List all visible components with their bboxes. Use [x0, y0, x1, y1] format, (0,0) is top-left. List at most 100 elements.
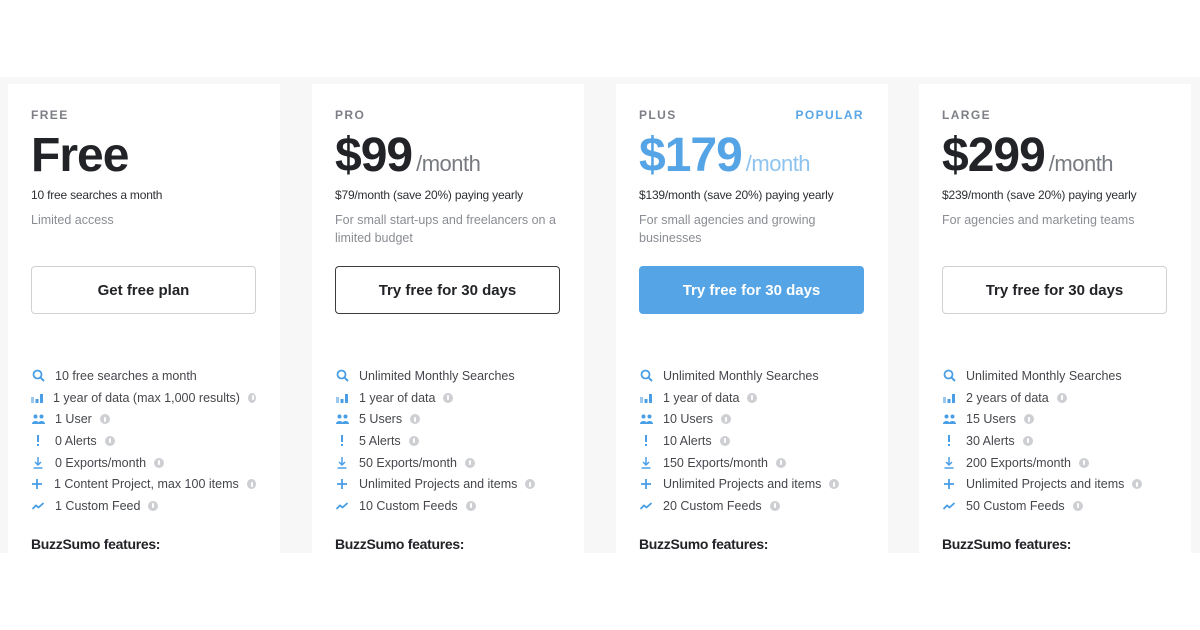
info-icon[interactable] — [104, 435, 115, 446]
plan-tier-label: PLUS — [639, 108, 677, 122]
get-free-plan-button[interactable]: Get free plan — [31, 266, 256, 314]
info-icon[interactable] — [1132, 479, 1143, 490]
info-icon[interactable] — [1022, 435, 1033, 446]
plan-card-pro: PRO $99/month $79/month (save 20%) payin… — [312, 84, 584, 553]
feature-list: Unlimited Monthly Searches 1 year of data… — [639, 365, 864, 517]
exclamation-icon — [639, 434, 653, 448]
info-icon[interactable] — [775, 457, 786, 468]
info-icon[interactable] — [769, 500, 780, 511]
feature-text: 10 Users — [663, 412, 714, 427]
info-icon[interactable] — [1072, 500, 1083, 511]
feature-item: Unlimited Projects and items — [335, 473, 560, 495]
feature-text: 50 Exports/month — [359, 455, 457, 470]
feature-text: 1 User — [55, 412, 92, 427]
info-icon[interactable] — [464, 457, 475, 468]
plan-description: For small start-ups and freelancers on a… — [335, 213, 556, 245]
feature-list: Unlimited Monthly Searches 2 years of dat… — [942, 365, 1167, 517]
plus-icon — [31, 477, 44, 491]
bar-chart-icon — [942, 391, 956, 405]
info-icon[interactable] — [247, 392, 256, 403]
feature-text: 10 Custom Feeds — [359, 498, 458, 513]
feature-text: 5 Alerts — [359, 433, 401, 448]
plan-description: For agencies and marketing teams — [942, 213, 1135, 227]
feature-item: 10 free searches a month — [31, 365, 256, 387]
users-icon — [31, 412, 45, 426]
info-icon[interactable] — [148, 500, 159, 511]
feature-item: 1 Custom Feed — [31, 495, 256, 517]
feature-text: 2 years of data — [966, 390, 1049, 405]
feature-text: 200 Exports/month — [966, 455, 1071, 470]
feature-text: Unlimited Projects and items — [966, 477, 1125, 492]
search-icon — [639, 369, 653, 383]
info-icon[interactable] — [719, 435, 730, 446]
try-free-button-plus[interactable]: Try free for 30 days — [639, 266, 864, 314]
plan-tier-label: FREE — [31, 108, 69, 122]
download-icon — [639, 456, 653, 470]
feature-item: 0 Exports/month — [31, 452, 256, 474]
feature-item: 1 Content Project, max 100 items — [31, 473, 256, 495]
feature-text: 15 Users — [966, 412, 1017, 427]
plan-tier-label: LARGE — [942, 108, 991, 122]
info-icon[interactable] — [410, 414, 421, 425]
plan-yearly-price: $139/month (save 20%) paying yearly — [639, 188, 834, 202]
feature-text: 50 Custom Feeds — [966, 498, 1065, 513]
plan-price-period: /month — [745, 151, 811, 176]
buzzsumo-features-heading: BuzzSumo features: — [335, 536, 465, 552]
info-icon[interactable] — [443, 392, 454, 403]
info-icon[interactable] — [408, 435, 419, 446]
exclamation-icon — [31, 434, 45, 448]
users-icon — [335, 412, 349, 426]
feature-text: 1 year of data (max 1,000 results) — [53, 390, 240, 405]
download-icon — [942, 456, 956, 470]
trend-icon — [31, 499, 45, 513]
info-icon[interactable] — [829, 479, 840, 490]
plan-price-row: $179/month — [639, 128, 811, 183]
feature-text: 10 Alerts — [663, 433, 712, 448]
feature-text: 1 year of data — [663, 390, 740, 405]
feature-text: 150 Exports/month — [663, 455, 768, 470]
info-icon[interactable] — [525, 479, 536, 490]
info-icon[interactable] — [154, 457, 165, 468]
plan-description: For small agencies and growing businesse… — [639, 213, 816, 245]
plus-icon — [639, 477, 653, 491]
exclamation-icon — [335, 434, 349, 448]
search-icon — [335, 369, 349, 383]
plus-icon — [942, 477, 956, 491]
try-free-button-pro[interactable]: Try free for 30 days — [335, 266, 560, 314]
popular-badge: POPULAR — [795, 108, 864, 122]
feature-item: 20 Custom Feeds — [639, 495, 864, 517]
info-icon[interactable] — [747, 392, 758, 403]
info-icon[interactable] — [465, 500, 476, 511]
plan-description: Limited access — [31, 213, 114, 227]
feature-item: Unlimited Monthly Searches — [335, 365, 560, 387]
feature-text: Unlimited Monthly Searches — [663, 368, 819, 383]
feature-item: Unlimited Projects and items — [942, 473, 1167, 495]
info-icon[interactable] — [99, 414, 110, 425]
download-icon — [31, 456, 45, 470]
bar-chart-icon — [639, 391, 653, 405]
try-free-button-large[interactable]: Try free for 30 days — [942, 266, 1167, 314]
plan-price: $99 — [335, 129, 413, 182]
info-icon[interactable] — [246, 479, 256, 490]
feature-item: 50 Custom Feeds — [942, 495, 1167, 517]
feature-text: Unlimited Projects and items — [663, 477, 822, 492]
info-icon[interactable] — [1056, 392, 1067, 403]
search-icon — [31, 369, 45, 383]
info-icon[interactable] — [721, 414, 732, 425]
plan-price-row: $99/month — [335, 128, 481, 183]
trend-icon — [335, 499, 349, 513]
feature-item: 0 Alerts — [31, 430, 256, 452]
feature-item: 15 Users — [942, 408, 1167, 430]
feature-text: 1 Content Project, max 100 items — [53, 477, 239, 492]
trend-icon — [942, 499, 956, 513]
feature-text: 20 Custom Feeds — [663, 498, 762, 513]
plan-price-row: $299/month — [942, 128, 1114, 183]
plan-price-row: Free — [31, 128, 129, 183]
feature-item: 10 Custom Feeds — [335, 495, 560, 517]
info-icon[interactable] — [1078, 457, 1089, 468]
plan-subtitle: 10 free searches a month — [31, 188, 163, 202]
plan-tier-label: PRO — [335, 108, 366, 122]
feature-text: Unlimited Monthly Searches — [359, 368, 515, 383]
plan-price: $299 — [942, 129, 1046, 182]
info-icon[interactable] — [1024, 414, 1035, 425]
